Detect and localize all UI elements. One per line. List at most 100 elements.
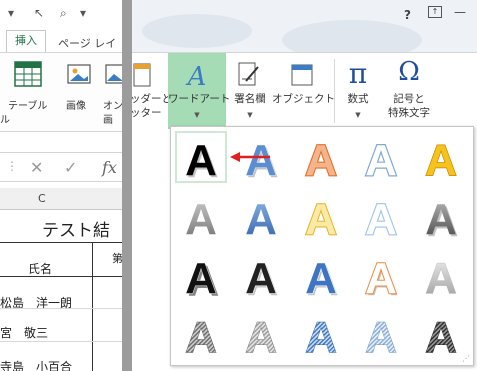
wordart-style-preview: A xyxy=(364,194,398,245)
equation-label: 数式 xyxy=(347,93,369,105)
resize-grip-icon[interactable]: ⋰ xyxy=(462,354,470,363)
ribbon-left: テーブル ル 画像 オン 画 xyxy=(0,52,124,132)
help-icon[interactable]: ? xyxy=(404,8,411,22)
table-label[interactable]: テーブル xyxy=(8,97,47,112)
object-label: オブジェクト xyxy=(272,93,335,105)
header-bottom-border xyxy=(0,276,124,277)
wordart-style-letter: A xyxy=(245,313,277,360)
formula-grip-icon: ⋮ xyxy=(6,159,18,173)
wordart-style-preview: AA xyxy=(185,136,219,187)
table-top-border xyxy=(0,242,124,243)
online-image-label-cont: 画 xyxy=(103,115,113,126)
wordart-style-letter: A xyxy=(245,254,277,301)
object-button[interactable]: オブジェクト xyxy=(272,53,335,129)
equation-icon: π xyxy=(348,57,368,90)
wordart-style-letter: A xyxy=(365,254,397,301)
wordart-style-pattern-blue-stripes[interactable]: A xyxy=(295,308,347,363)
sheet-title[interactable]: テスト結 xyxy=(42,216,110,241)
symbol-label-1: 記号と xyxy=(393,93,425,105)
wordart-style-gradient-blue-reflection[interactable]: AA xyxy=(235,138,287,244)
wordart-icon: A xyxy=(186,62,207,89)
symbol-button[interactable]: Ω 記号と 特殊文字 xyxy=(382,53,436,129)
wordart-style-pattern-light-blue[interactable]: A xyxy=(355,308,407,363)
wordart-style-preview: A xyxy=(185,195,217,244)
wordart-style-fill-gray-reflection[interactable]: AA xyxy=(415,197,467,303)
picture-icon[interactable] xyxy=(66,61,94,89)
ribbon-right: ッダーと ッター A ワードアート ▼ 署名欄 ▼ オブジェクト π 数式 ▼ … xyxy=(130,52,477,130)
cancel-icon[interactable]: ✕ xyxy=(30,158,43,177)
online-picture-icon[interactable] xyxy=(104,61,124,89)
wordart-style-fill-white-outline-accent2-shadow[interactable]: AA xyxy=(355,249,407,305)
wordart-button[interactable]: A ワードアート ▼ xyxy=(168,53,230,129)
ribbon-display-icon[interactable]: ↑ xyxy=(428,6,442,18)
wordart-style-fill-black-outline-white-shadow[interactable]: AA xyxy=(235,249,287,304)
wordart-style-gradient-gray-shadow[interactable]: AA xyxy=(415,190,467,246)
cursor-icon[interactable]: ↖ xyxy=(34,6,44,20)
wordart-style-letter: A xyxy=(185,195,217,242)
tab-page-layout[interactable]: ページ レイ xyxy=(58,35,116,51)
left-pane: ▾ ↖ ⌕ ▾ 挿入 ページ レイ テーブル ル 画像 オン 画 ⋮ ✕ ✓ f… xyxy=(0,0,124,371)
signature-line-icon xyxy=(238,62,259,86)
dropdown-icon[interactable]: ▾ xyxy=(8,6,14,20)
signature-line-button[interactable]: 署名欄 ▼ xyxy=(228,53,272,129)
wordart-style-fill-gold-outline-accent4[interactable]: A xyxy=(295,190,347,245)
wordart-style-fill-black-hard-shadow[interactable]: AA xyxy=(175,249,227,306)
header-name-cell[interactable]: 氏名 xyxy=(28,260,52,277)
wordart-style-preview: A xyxy=(304,194,338,245)
print-preview-icon[interactable]: ⌕ xyxy=(60,6,67,21)
wordart-style-fill-black-shadow[interactable]: AA xyxy=(175,131,227,187)
wordart-style-letter: A xyxy=(365,195,397,242)
equation-button[interactable]: π 数式 ▼ xyxy=(338,53,378,129)
wordart-style-pattern-dark-stripes[interactable]: A xyxy=(415,308,467,363)
column-header-c[interactable]: C xyxy=(38,192,46,205)
insert-function-icon[interactable]: fx xyxy=(102,158,117,177)
wordart-style-preview: A xyxy=(425,313,458,363)
minimize-icon[interactable]: — xyxy=(454,5,466,19)
table-row[interactable]: 寺島 小百合 xyxy=(0,358,72,371)
online-image-label[interactable]: オン xyxy=(103,97,123,112)
wordart-style-letter: A xyxy=(365,136,397,183)
tab-insert[interactable]: 挿入 xyxy=(6,30,46,52)
wordart-dropdown-icon: ▼ xyxy=(194,111,200,119)
wordart-style-letter: A xyxy=(305,313,337,360)
wordart-style-pattern-gray-stripes[interactable]: A xyxy=(175,308,227,363)
title-decoration xyxy=(282,20,422,52)
wordart-style-letter: A xyxy=(305,195,337,242)
table-label-cont: ル xyxy=(0,115,10,126)
wordart-style-preview: A xyxy=(365,313,398,363)
qat-dropdown-icon[interactable]: ▾ xyxy=(80,6,86,20)
wordart-style-gradient-gray[interactable]: A xyxy=(175,190,227,244)
image-label[interactable]: 画像 xyxy=(66,97,86,112)
wordart-style-preview: AA xyxy=(245,138,277,244)
wordart-style-letter: A xyxy=(305,254,337,301)
table-row[interactable]: 宮 敬三 xyxy=(0,324,48,341)
header-footer-button[interactable]: ッダーと ッター xyxy=(130,53,172,129)
signature-dropdown-icon: ▼ xyxy=(247,111,253,119)
wordart-style-fill-gold-accent4-soft-bevel[interactable]: A xyxy=(415,131,467,185)
wordart-style-letter: A xyxy=(185,313,217,360)
wordart-style-letter: A xyxy=(425,254,457,301)
enter-icon[interactable]: ✓ xyxy=(64,158,77,177)
row-border xyxy=(0,308,124,309)
table-column-border xyxy=(92,242,93,371)
wordart-style-letter: A xyxy=(305,136,337,183)
wordart-style-preview: AA xyxy=(425,197,458,303)
wordart-style-letter: A xyxy=(425,136,457,183)
wordart-style-fill-white-outline-accent1[interactable]: A xyxy=(355,131,407,186)
title-decoration xyxy=(142,14,252,48)
table-icon[interactable] xyxy=(14,61,42,87)
wordart-style-pattern-light-gray[interactable]: A xyxy=(235,308,287,363)
wordart-style-letter: A xyxy=(185,136,217,183)
wordart-style-letter: A xyxy=(245,195,277,242)
group-divider xyxy=(334,59,335,123)
header-footer-label-2: ッター xyxy=(130,107,162,119)
wordart-style-fill-orange-accent2-outline[interactable]: A xyxy=(295,131,347,186)
formula-bar: ⋮ ✕ ✓ fx xyxy=(0,152,124,182)
wordart-style-fill-white-outline-accent1-glow[interactable]: A xyxy=(355,190,407,245)
symbol-label-2: 特殊文字 xyxy=(388,107,430,119)
wordart-style-preview: A xyxy=(245,313,278,363)
wordart-style-fill-blue-outline-white-shadow[interactable]: AA xyxy=(295,249,347,304)
wordart-style-letter: A xyxy=(365,313,397,360)
header-footer-label-1: ッダーと xyxy=(130,93,172,105)
title-bar: ? ↑ — xyxy=(132,0,477,52)
